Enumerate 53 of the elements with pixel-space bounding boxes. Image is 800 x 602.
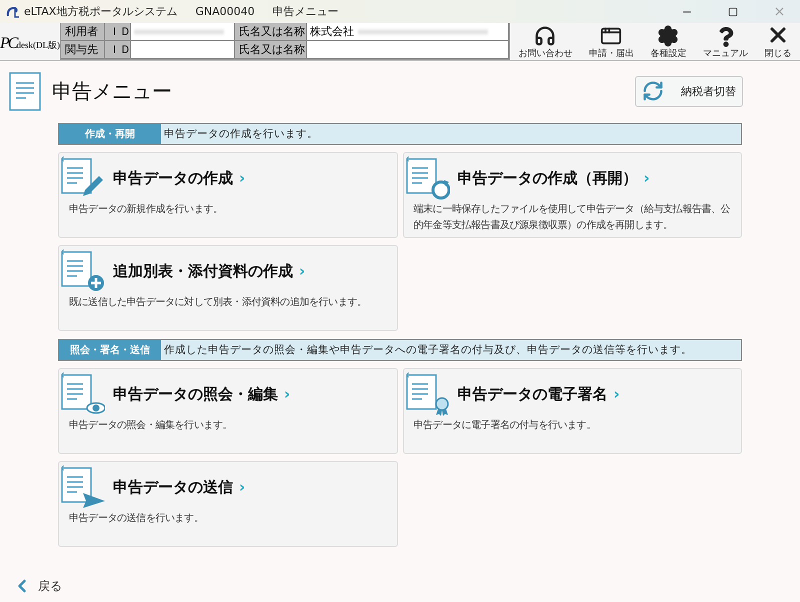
window-title: 申告メニュー xyxy=(272,4,339,19)
card-description: 既に送信した申告データに対して別表・添付資料の追加を行います。 xyxy=(68,296,368,310)
menu-card[interactable]: 申告データの照会・編集 › 申告データの照会・編集を行います。 xyxy=(58,368,398,454)
name-label: 氏名又は名称 xyxy=(235,41,307,59)
document-plus-icon xyxy=(61,249,105,293)
card-title: 申告データの照会・編集 › xyxy=(113,384,290,404)
id-label: ＩＤ xyxy=(105,41,131,59)
document-icon xyxy=(8,70,42,112)
close-icon xyxy=(772,5,786,18)
card-title: 申告データの送信 › xyxy=(113,478,246,496)
card-title: 申告データの電子署名 › xyxy=(458,384,620,404)
menu-card[interactable]: 申告データの作成 › 申告データの新規作成を行います。 xyxy=(58,152,398,238)
menu-card[interactable]: 申告データの電子署名 › 申告データに電子署名の付与を行います。 xyxy=(402,368,742,454)
menu-card[interactable]: 申告データの作成（再開） › 端末に一時保存したファイルを使用して申告データ（給与支払報告書、公的年金等支払報告書及び源泉徴収票）の作成を再開します。 xyxy=(402,152,742,238)
document-send-icon xyxy=(61,465,105,509)
section-tag: 照会・署名・送信 xyxy=(59,340,161,360)
menu-card[interactable]: 申告データの送信 › 申告データの送信を行います。 xyxy=(58,461,398,547)
app-logo-icon xyxy=(6,4,20,18)
menu-card[interactable]: 追加別表・添付資料の作成 › 既に送信した申告データに対して別表・添付資料の追加を行います。 xyxy=(58,245,398,331)
card-title: 申告データの作成（再開） › xyxy=(458,168,650,188)
document-seal-icon xyxy=(406,372,450,416)
toolbar-button[interactable]: 閉じる xyxy=(762,21,794,60)
switch-taxpayer-button[interactable]: 納税者切替 xyxy=(635,76,743,106)
card-title: 追加別表・添付資料の作成 › xyxy=(113,262,306,280)
card-title: 申告データの作成 › xyxy=(113,168,246,188)
page-title: 申告メニュー xyxy=(52,78,172,104)
id-label: ＩＤ xyxy=(105,23,131,41)
card-description: 申告データの送信を行います。 xyxy=(68,512,204,526)
screen-id: GNA00040 xyxy=(195,5,255,18)
row-label: 利用者 xyxy=(61,23,105,41)
name-field: 株式会社 xyxy=(307,23,509,41)
maximize-icon xyxy=(728,6,738,16)
section-description: 作成した申告データの照会・編集や申告データへの電子署名の付与及び、申告データの送信等を行います。 xyxy=(163,343,692,358)
app-name: eLTAX地方税ポータルシステム xyxy=(24,4,178,19)
back-link[interactable]: 戻る xyxy=(12,576,62,596)
toolbar-button[interactable]: マニュアル xyxy=(701,25,750,60)
refresh-icon xyxy=(642,80,664,102)
headset-icon xyxy=(534,25,556,47)
name-label: 氏名又は名称 xyxy=(235,23,307,41)
toolbar-button[interactable]: 申請・届出 xyxy=(586,23,636,60)
pcdesk-logo: PCdesk(DL版) xyxy=(0,34,60,54)
card-description: 申告データの照会・編集を行います。 xyxy=(68,418,234,433)
document-refresh-icon xyxy=(406,156,450,200)
toolbar-button[interactable]: お問い合わせ xyxy=(516,23,574,60)
window-icon xyxy=(600,25,622,47)
toolbar-button[interactable]: 各種設定 xyxy=(648,23,688,60)
card-description: 申告データの新規作成を行います。 xyxy=(68,202,224,217)
row-label: 関与先 xyxy=(61,41,105,59)
card-description: 申告データに電子署名の付与を行います。 xyxy=(412,418,597,433)
section-tag: 作成・再開 xyxy=(59,124,161,144)
card-description: 端末に一時保存したファイルを使用して申告データ（給与支払報告書、公的年金等支払報告書及び源泉徴収票）の作成を再開します。 xyxy=(412,202,732,233)
section-description: 申告データの作成を行います。 xyxy=(163,127,318,142)
document-eye-icon xyxy=(61,372,105,416)
